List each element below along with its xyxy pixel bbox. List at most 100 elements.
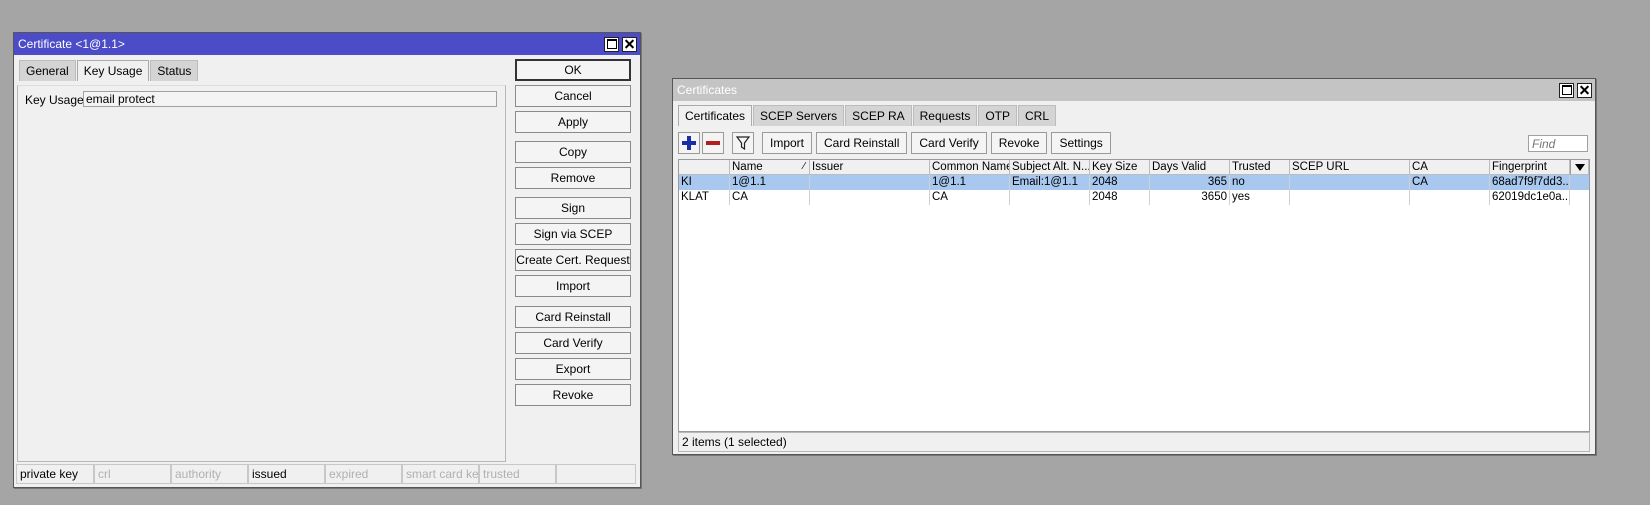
import-button[interactable]: Import	[762, 132, 813, 154]
tab-certificates[interactable]: Certificates	[678, 105, 753, 126]
export-button[interactable]: Export	[515, 358, 631, 380]
status-flag-smart-card-key: smart card key	[402, 464, 479, 484]
column-header-ca[interactable]: CA	[1410, 160, 1490, 175]
column-header-days-valid[interactable]: Days Valid	[1150, 160, 1230, 175]
cell-ca: CA	[1410, 175, 1490, 190]
add-button[interactable]	[678, 132, 700, 154]
tab-otp[interactable]: OTP	[978, 105, 1018, 126]
status-flag-issued: issued	[248, 464, 325, 484]
card-reinstall-button[interactable]: Card Reinstall	[816, 132, 908, 154]
column-header-trusted[interactable]: Trusted	[1230, 160, 1290, 175]
cell-scep-url	[1290, 190, 1410, 205]
certificate-tabs: General Key Usage Status	[19, 60, 199, 81]
key-usage-field[interactable]: email protect	[83, 91, 497, 107]
import-button[interactable]: Import	[515, 275, 631, 297]
certificates-status-bar: 2 items (1 selected)	[678, 432, 1590, 452]
find-input[interactable]	[1528, 135, 1588, 152]
tab-general[interactable]: General	[19, 60, 76, 81]
table-row[interactable]: KI 1@1.1 1@1.1 Email:1@1.1 2048 365 no C…	[679, 175, 1589, 190]
chevron-down-icon	[1574, 163, 1585, 171]
cell-scep-url	[1290, 175, 1410, 190]
settings-button[interactable]: Settings	[1051, 132, 1111, 154]
tab-key-usage[interactable]: Key Usage	[76, 60, 150, 81]
column-header-subject-alt[interactable]: Subject Alt. N...	[1010, 160, 1090, 175]
status-flag-expired: expired	[325, 464, 402, 484]
cell-flags: KLAT	[679, 190, 730, 205]
filter-button[interactable]	[732, 132, 754, 154]
cell-fingerprint: 68ad7f9f7dd3...	[1492, 175, 1570, 190]
certificate-status-bar: private key crl authority issued expired…	[16, 464, 636, 484]
copy-button[interactable]: Copy	[515, 141, 631, 163]
column-header-common-name[interactable]: Common Name	[930, 160, 1010, 175]
ok-button[interactable]: OK	[515, 59, 631, 81]
column-header-name-label: Name	[732, 161, 763, 173]
cell-days-valid: 365	[1150, 175, 1230, 190]
tab-crl[interactable]: CRL	[1018, 105, 1057, 126]
cell-key-size: 2048	[1090, 175, 1150, 190]
column-menu-button[interactable]	[1570, 160, 1589, 175]
cell-ca	[1410, 190, 1490, 205]
certificates-list-window: Certificates Certificates SCEP Servers S…	[672, 78, 1596, 455]
certificates-toolbar: Import Card Reinstall Card Verify Revoke…	[678, 132, 1115, 154]
tab-status[interactable]: Status	[150, 60, 199, 81]
sort-indicator-icon: ⁄	[803, 161, 805, 172]
certificate-window: Certificate <1@1.1> General Key Usage St…	[13, 32, 641, 488]
cell-flags: KI	[679, 175, 730, 190]
close-icon[interactable]	[622, 36, 637, 52]
column-header-flags[interactable]	[679, 160, 730, 175]
tab-requests[interactable]: Requests	[912, 105, 978, 126]
remove-button[interactable]	[702, 132, 724, 154]
column-header-scep-url[interactable]: SCEP URL	[1290, 160, 1410, 175]
certificate-window-titlebar[interactable]: Certificate <1@1.1>	[14, 33, 640, 55]
cell-days-valid: 3650	[1150, 190, 1230, 205]
sign-via-scep-button[interactable]: Sign via SCEP	[515, 223, 631, 245]
card-verify-button[interactable]: Card Verify	[515, 332, 631, 354]
column-header-issuer[interactable]: Issuer	[810, 160, 930, 175]
tab-scep-servers[interactable]: SCEP Servers	[753, 105, 845, 126]
cell-fingerprint: 62019dc1e0a...	[1492, 190, 1570, 205]
items-count: 2 items (1 selected)	[682, 435, 787, 449]
certificate-window-title: Certificate <1@1.1>	[18, 37, 125, 51]
revoke-button[interactable]: Revoke	[515, 384, 631, 406]
cell-subject-alt	[1010, 190, 1090, 205]
create-cert-request-button[interactable]: Create Cert. Request	[515, 249, 631, 271]
status-flag-authority: authority	[171, 464, 248, 484]
cell-name: 1@1.1	[730, 175, 810, 190]
table-header: Name ⁄ Issuer Common Name Subject Alt. N…	[679, 160, 1589, 175]
maximize-icon[interactable]	[1559, 82, 1574, 98]
key-usage-label: Key Usage:	[25, 93, 88, 107]
cell-name: CA	[730, 190, 810, 205]
card-reinstall-button[interactable]: Card Reinstall	[515, 306, 631, 328]
cell-common-name: 1@1.1	[930, 175, 1010, 190]
sign-button[interactable]: Sign	[515, 197, 631, 219]
cell-key-size: 2048	[1090, 190, 1150, 205]
card-verify-button[interactable]: Card Verify	[911, 132, 987, 154]
tab-scep-ra[interactable]: SCEP RA	[845, 105, 912, 126]
status-flag-private-key: private key	[16, 464, 94, 484]
status-flag-crl: crl	[94, 464, 171, 484]
cell-common-name: CA	[930, 190, 1010, 205]
maximize-icon[interactable]	[604, 36, 619, 52]
cell-issuer	[810, 175, 930, 190]
cancel-button[interactable]: Cancel	[515, 85, 631, 107]
cell-subject-alt: Email:1@1.1	[1010, 175, 1090, 190]
close-icon[interactable]	[1577, 82, 1592, 98]
column-header-fingerprint[interactable]: Fingerprint	[1490, 160, 1570, 175]
certificates-window-titlebar[interactable]: Certificates	[673, 79, 1595, 101]
revoke-button[interactable]: Revoke	[990, 132, 1048, 154]
key-usage-panel: Key Usage: email protect	[17, 85, 506, 462]
minus-icon	[706, 141, 720, 145]
filter-icon	[736, 136, 750, 150]
column-header-name[interactable]: Name ⁄	[730, 160, 810, 175]
status-flag-trusted: trusted	[479, 464, 556, 484]
cell-issuer	[810, 190, 930, 205]
certificates-window-title: Certificates	[677, 83, 738, 97]
cell-trusted: no	[1230, 175, 1290, 190]
certificates-table: Name ⁄ Issuer Common Name Subject Alt. N…	[678, 159, 1590, 432]
table-row[interactable]: KLAT CA CA 2048 3650 yes 62019dc1e0a...	[679, 190, 1589, 205]
remove-button[interactable]: Remove	[515, 167, 631, 189]
apply-button[interactable]: Apply	[515, 111, 631, 133]
status-flag-empty	[556, 464, 636, 484]
certificates-tabs: Certificates SCEP Servers SCEP RA Reques…	[678, 105, 1057, 126]
column-header-key-size[interactable]: Key Size	[1090, 160, 1150, 175]
